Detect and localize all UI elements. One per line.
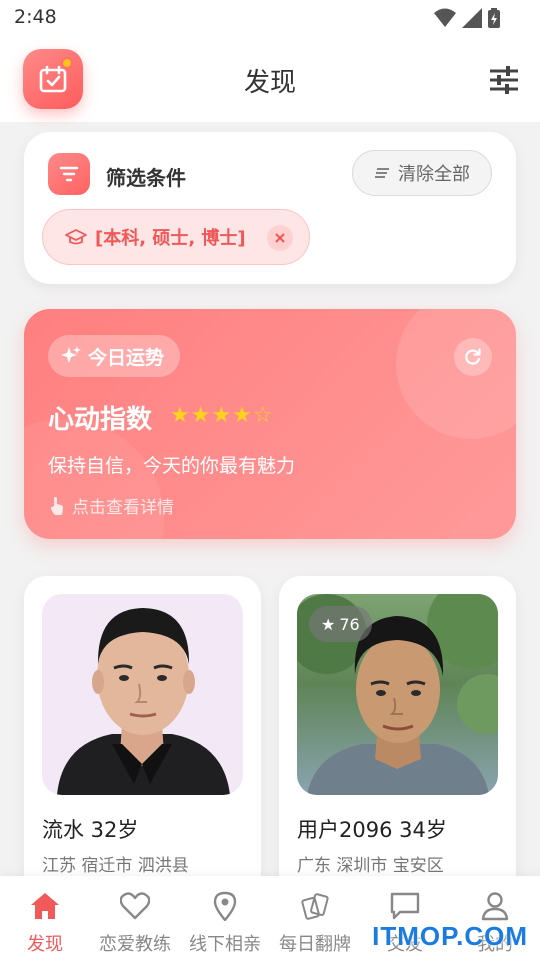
- heart-icon: [119, 890, 151, 922]
- nav-item-love-coach[interactable]: 恋爱教练: [90, 876, 180, 960]
- clear-all-button[interactable]: 清除全部: [352, 150, 492, 196]
- close-icon: [275, 233, 285, 243]
- nav-item-offline-dating[interactable]: 线下相亲: [180, 876, 270, 960]
- person-icon: [479, 890, 511, 922]
- fortune-message: 保持自信，今天的你最有魅力: [48, 455, 296, 477]
- refresh-button[interactable]: [454, 338, 492, 376]
- nav-label: 恋爱教练: [99, 934, 171, 955]
- fortune-tag-label: 今日运势: [88, 346, 165, 369]
- fortune-hint-label: 点击查看详情: [72, 498, 174, 518]
- signal-icon: [462, 8, 482, 28]
- graduation-cap-icon: [65, 229, 87, 245]
- home-icon: [29, 890, 61, 922]
- score-badge: ★ 76: [309, 606, 372, 642]
- filter-list-icon: [59, 166, 79, 182]
- profile-photo: ★ 76: [297, 594, 498, 795]
- score-value: 76: [339, 614, 360, 634]
- fortune-tag: 今日运势: [48, 335, 181, 377]
- clear-all-label: 清除全部: [398, 164, 470, 185]
- filter-card: 筛选条件 清除全部 [本科, 硕士, 博士]: [24, 132, 516, 284]
- profile-location: 江苏 宿迁市 泗洪县: [42, 856, 189, 876]
- refresh-icon: [465, 348, 481, 365]
- clear-list-icon: [375, 168, 389, 178]
- profile-name: 用户2096 34岁: [297, 818, 447, 842]
- chip-remove-button[interactable]: [267, 225, 293, 251]
- profile-photo: [42, 594, 243, 795]
- filter-chip-label: [本科, 硕士, 博士]: [95, 228, 246, 249]
- tune-icon: [490, 66, 518, 94]
- filter-title: 筛选条件: [106, 166, 186, 190]
- app-bar: 发现: [0, 36, 540, 122]
- fortune-title: 心动指数: [48, 405, 153, 435]
- nav-item-daily-cards[interactable]: 每日翻牌: [270, 876, 360, 960]
- status-bar: 2:48: [0, 0, 540, 36]
- filter-settings-button[interactable]: [488, 64, 520, 96]
- page-title: 发现: [243, 68, 296, 98]
- sparkle-icon: [61, 346, 81, 363]
- tap-hand-icon: [50, 496, 63, 515]
- decor-circle: [396, 309, 516, 439]
- watermark: ITMOP.COM: [372, 921, 528, 951]
- cards-icon: [299, 890, 331, 922]
- status-time: 2:48: [14, 6, 57, 28]
- profile-name: 流水 32岁: [42, 818, 139, 842]
- nav-item-discover[interactable]: 发现: [0, 876, 90, 960]
- chat-icon: [389, 890, 421, 922]
- profile-card[interactable]: ★ 76 用户2096 34岁 广东 深圳市 宝安区: [279, 576, 516, 896]
- filter-chip-education[interactable]: [本科, 硕士, 博士]: [42, 209, 310, 265]
- fortune-hint: 点击查看详情: [50, 493, 174, 518]
- decor-circle: [24, 419, 164, 539]
- nav-label: 发现: [27, 934, 63, 955]
- nav-label: 每日翻牌: [279, 934, 351, 955]
- wifi-icon: [434, 8, 456, 27]
- filter-icon-box: [48, 153, 90, 195]
- location-pin-icon: [209, 890, 241, 922]
- daily-fortune-card[interactable]: 今日运势 心动指数 ★★★★☆ 保持自信，今天的你最有魅力 点击查看详情: [24, 309, 516, 539]
- profile-photo-illustration: [57, 608, 230, 795]
- battery-icon: [488, 8, 500, 28]
- star-icon: ★: [321, 614, 336, 634]
- nav-label: 线下相亲: [189, 934, 261, 955]
- status-icons: [434, 8, 500, 28]
- profile-location: 广东 深圳市 宝安区: [297, 856, 444, 876]
- profile-card[interactable]: 流水 32岁 江苏 宿迁市 泗洪县: [24, 576, 261, 896]
- star-rating: ★★★★☆: [170, 403, 274, 428]
